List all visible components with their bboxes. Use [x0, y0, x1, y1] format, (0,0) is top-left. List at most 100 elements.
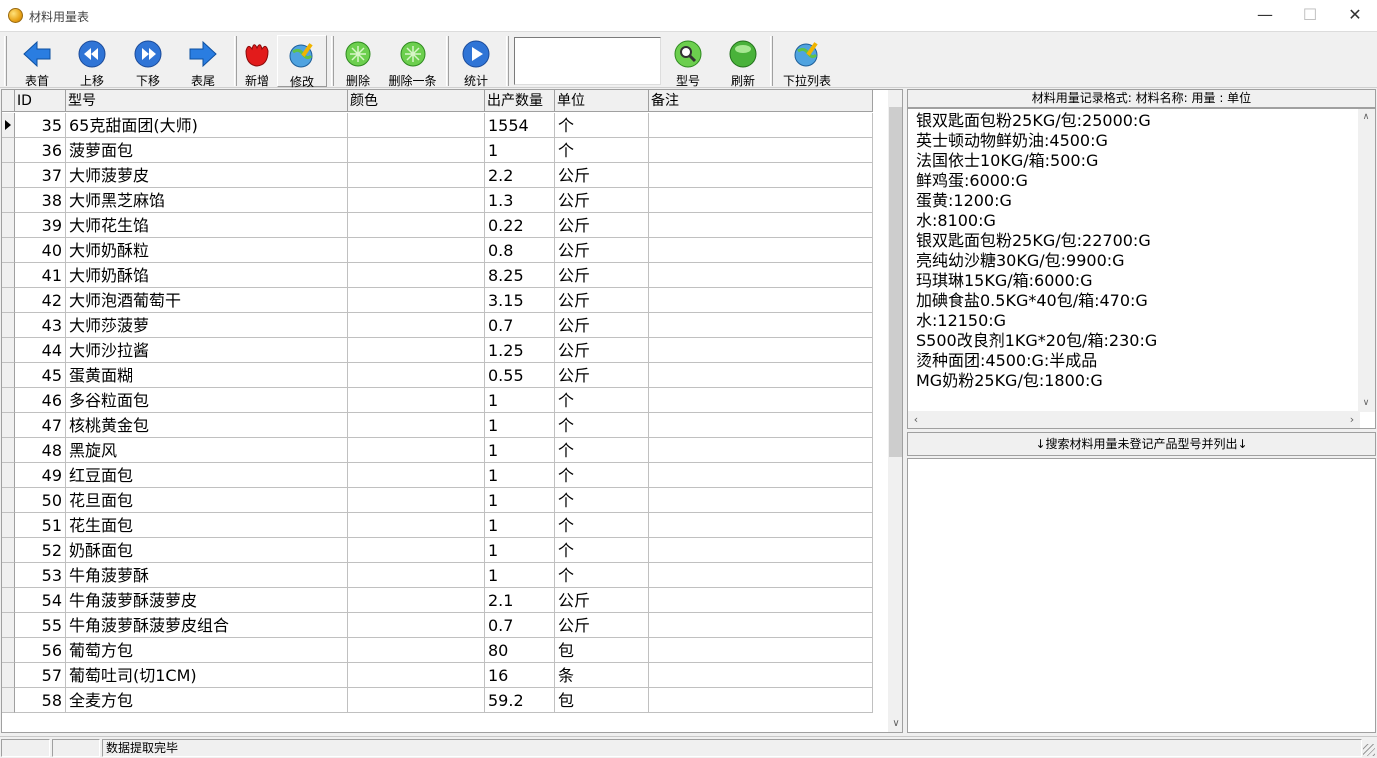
- header-note[interactable]: 备注: [649, 90, 873, 112]
- cell-qty[interactable]: 1554: [485, 113, 555, 138]
- edit-record-button[interactable]: 修改: [277, 35, 327, 89]
- cell-unit[interactable]: 公斤: [555, 238, 649, 263]
- row-indicator[interactable]: [2, 363, 15, 388]
- cell-id[interactable]: 45: [15, 363, 66, 388]
- cell-color[interactable]: [348, 288, 485, 313]
- cell-qty[interactable]: 1.25: [485, 338, 555, 363]
- memo-vertical-scrollbar[interactable]: ∧ ∨: [1358, 109, 1375, 412]
- cell-qty[interactable]: 3.15: [485, 288, 555, 313]
- row-indicator[interactable]: [2, 163, 15, 188]
- table-row[interactable]: 50 花旦面包 1 个: [2, 488, 873, 513]
- cell-unit[interactable]: 个: [555, 563, 649, 588]
- cell-qty[interactable]: 0.7: [485, 313, 555, 338]
- data-grid[interactable]: ID 型号 颜色 出产数量 单位 备注 35 65克甜面团(大师) 1554 个 36 菠…: [1, 89, 903, 733]
- cell-note[interactable]: [649, 488, 873, 513]
- cell-note[interactable]: [649, 213, 873, 238]
- table-row[interactable]: 46 多谷粒面包 1 个: [2, 388, 873, 413]
- row-indicator[interactable]: [2, 613, 15, 638]
- table-row[interactable]: 54 牛角菠萝酥菠萝皮 2.1 公斤: [2, 588, 873, 613]
- cell-id[interactable]: 42: [15, 288, 66, 313]
- cell-id[interactable]: 56: [15, 638, 66, 663]
- memo-scroll-up-icon[interactable]: ∧: [1358, 109, 1374, 126]
- cell-id[interactable]: 44: [15, 338, 66, 363]
- cell-unit[interactable]: 公斤: [555, 363, 649, 388]
- cell-qty[interactable]: 80: [485, 638, 555, 663]
- cell-color[interactable]: [348, 638, 485, 663]
- cell-color[interactable]: [348, 413, 485, 438]
- table-row[interactable]: 35 65克甜面团(大师) 1554 个: [2, 113, 873, 138]
- cell-color[interactable]: [348, 663, 485, 688]
- cell-model[interactable]: 大师泡酒葡萄干: [66, 288, 348, 313]
- cell-color[interactable]: [348, 538, 485, 563]
- memo-horizontal-scrollbar[interactable]: ‹ ›: [908, 411, 1360, 428]
- cell-qty[interactable]: 1.3: [485, 188, 555, 213]
- row-indicator[interactable]: [2, 488, 15, 513]
- cell-color[interactable]: [348, 313, 485, 338]
- resize-grip-icon[interactable]: [1363, 744, 1375, 756]
- cell-qty[interactable]: 2.1: [485, 588, 555, 613]
- refresh-button[interactable]: 刷新: [723, 35, 763, 88]
- cell-note[interactable]: [649, 638, 873, 663]
- cell-model[interactable]: 蛋黄面糊: [66, 363, 348, 388]
- table-row[interactable]: 55 牛角菠萝酥菠萝皮组合 0.7 公斤: [2, 613, 873, 638]
- cell-id[interactable]: 50: [15, 488, 66, 513]
- cell-id[interactable]: 40: [15, 238, 66, 263]
- cell-color[interactable]: [348, 388, 485, 413]
- materials-memo-text[interactable]: 银双匙面包粉25KG/包:25000:G 英士顿动物鲜奶油:4500:G 法国依士1…: [916, 111, 1157, 391]
- cell-note[interactable]: [649, 238, 873, 263]
- cell-unit[interactable]: 公斤: [555, 588, 649, 613]
- cell-unit[interactable]: 个: [555, 413, 649, 438]
- cell-unit[interactable]: 包: [555, 688, 649, 713]
- cell-qty[interactable]: 0.7: [485, 613, 555, 638]
- row-indicator[interactable]: [2, 588, 15, 613]
- cell-id[interactable]: 46: [15, 388, 66, 413]
- cell-unit[interactable]: 公斤: [555, 188, 649, 213]
- row-indicator[interactable]: [2, 538, 15, 563]
- cell-qty[interactable]: 59.2: [485, 688, 555, 713]
- cell-qty[interactable]: 0.8: [485, 238, 555, 263]
- cell-note[interactable]: [649, 513, 873, 538]
- cell-qty[interactable]: 8.25: [485, 263, 555, 288]
- cell-qty[interactable]: 1: [485, 513, 555, 538]
- table-row[interactable]: 42 大师泡酒葡萄干 3.15 公斤: [2, 288, 873, 313]
- cell-unit[interactable]: 公斤: [555, 288, 649, 313]
- table-row[interactable]: 38 大师黑芝麻馅 1.3 公斤: [2, 188, 873, 213]
- table-row[interactable]: 36 菠萝面包 1 个: [2, 138, 873, 163]
- row-indicator[interactable]: [2, 563, 15, 588]
- model-search-button[interactable]: 型号: [668, 35, 708, 88]
- cell-id[interactable]: 41: [15, 263, 66, 288]
- cell-color[interactable]: [348, 363, 485, 388]
- cell-unit[interactable]: 个: [555, 388, 649, 413]
- cell-qty[interactable]: 0.55: [485, 363, 555, 388]
- cell-note[interactable]: [649, 388, 873, 413]
- cell-model[interactable]: 红豆面包: [66, 463, 348, 488]
- cell-model[interactable]: 大师奶酥粒: [66, 238, 348, 263]
- cell-note[interactable]: [649, 163, 873, 188]
- cell-unit[interactable]: 包: [555, 638, 649, 663]
- cell-qty[interactable]: 1: [485, 388, 555, 413]
- cell-qty[interactable]: 1: [485, 438, 555, 463]
- cell-model[interactable]: 大师菠萝皮: [66, 163, 348, 188]
- cell-color[interactable]: [348, 588, 485, 613]
- cell-model[interactable]: 牛角菠萝酥: [66, 563, 348, 588]
- cell-color[interactable]: [348, 488, 485, 513]
- delete-one-button[interactable]: 删除一条: [385, 35, 440, 88]
- cell-qty[interactable]: 1: [485, 463, 555, 488]
- cell-model[interactable]: 大师奶酥馅: [66, 263, 348, 288]
- row-indicator[interactable]: [2, 413, 15, 438]
- cell-note[interactable]: [649, 413, 873, 438]
- table-row[interactable]: 40 大师奶酥粒 0.8 公斤: [2, 238, 873, 263]
- cell-unit[interactable]: 个: [555, 513, 649, 538]
- cell-color[interactable]: [348, 238, 485, 263]
- cell-model[interactable]: 牛角菠萝酥菠萝皮: [66, 588, 348, 613]
- cell-qty[interactable]: 1: [485, 138, 555, 163]
- cell-note[interactable]: [649, 563, 873, 588]
- cell-qty[interactable]: 1: [485, 563, 555, 588]
- cell-id[interactable]: 36: [15, 138, 66, 163]
- next-record-button[interactable]: 下移: [122, 35, 174, 88]
- cell-color[interactable]: [348, 188, 485, 213]
- cell-qty[interactable]: 1: [485, 413, 555, 438]
- cell-id[interactable]: 37: [15, 163, 66, 188]
- cell-note[interactable]: [649, 463, 873, 488]
- scroll-down-icon[interactable]: ∨: [888, 715, 902, 732]
